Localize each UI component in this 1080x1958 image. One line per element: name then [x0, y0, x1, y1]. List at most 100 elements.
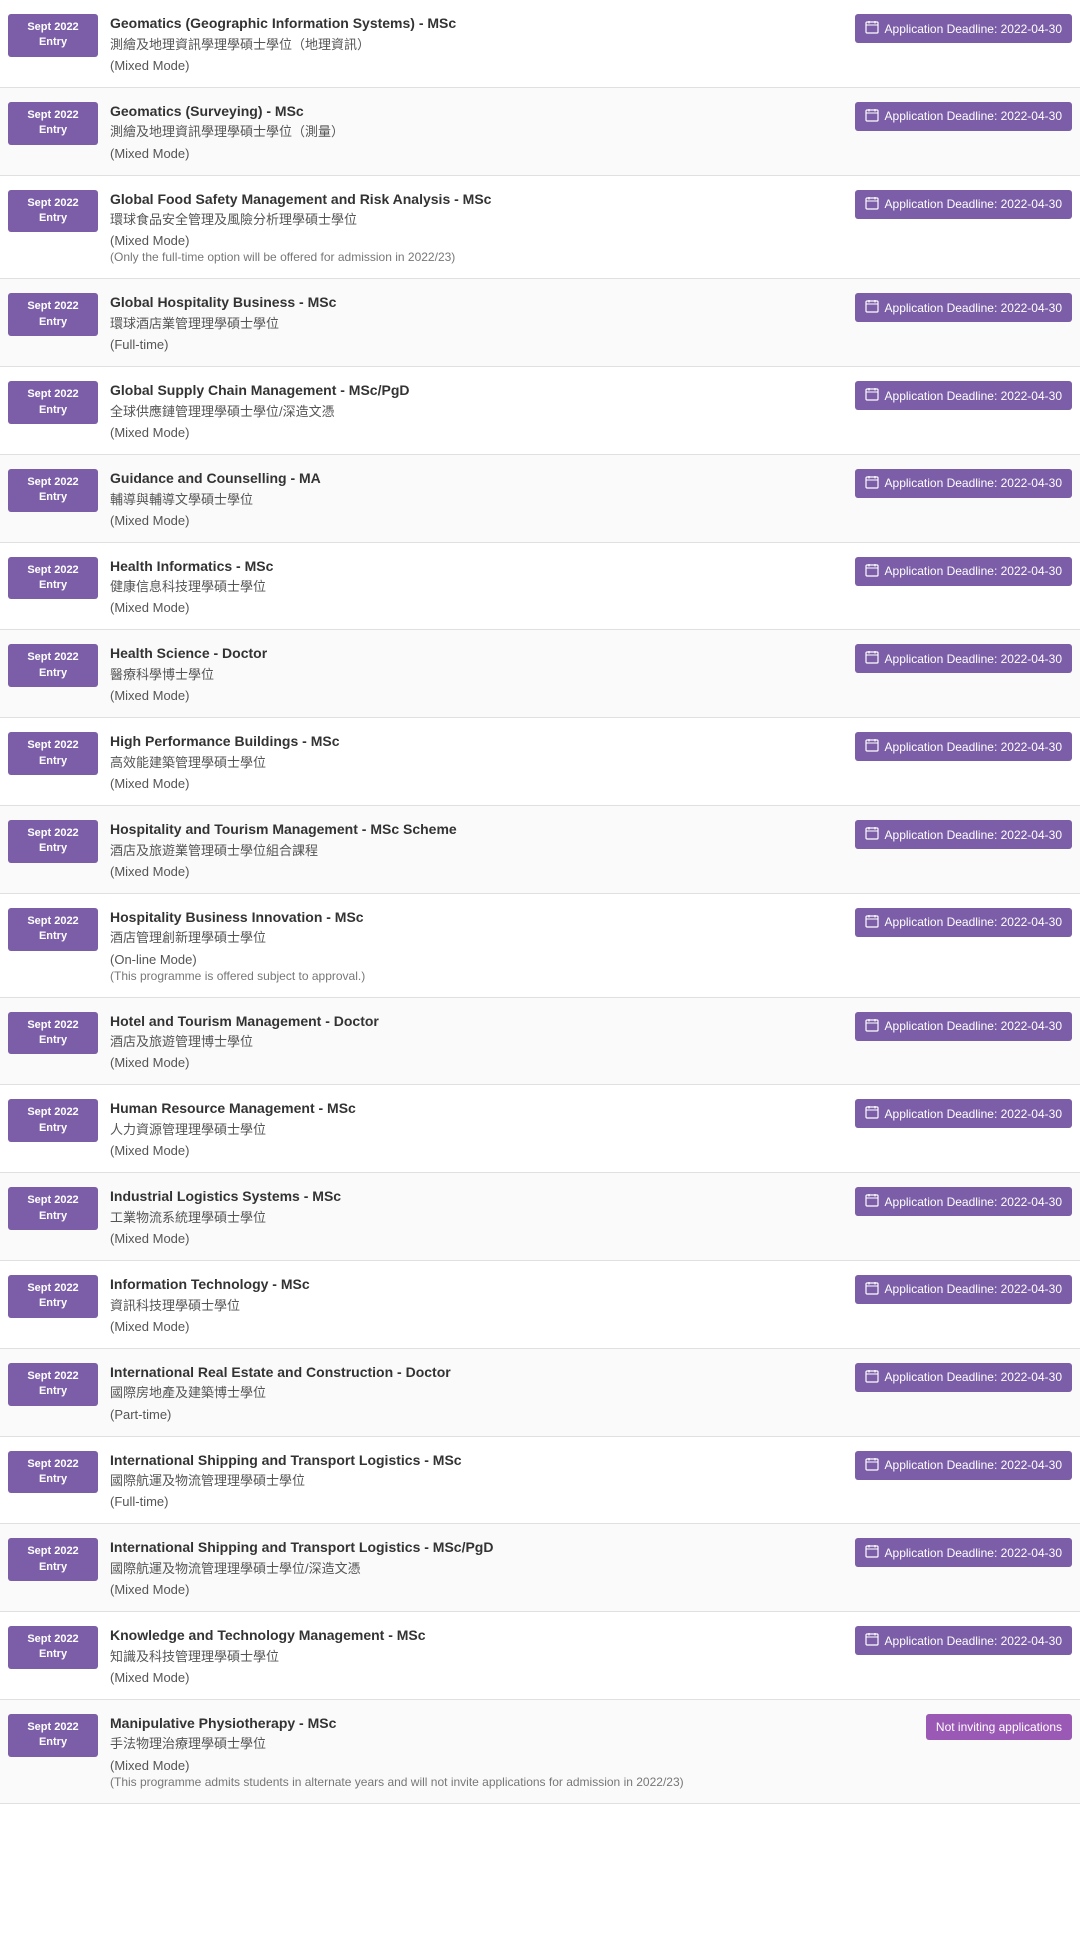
program-title-zh: 資訊科技理學碩士學位 [110, 1297, 860, 1315]
program-title-en: Hospitality and Tourism Management - MSc… [110, 820, 860, 840]
table-row[interactable]: Sept 2022 EntryIndustrial Logistics Syst… [0, 1173, 1080, 1261]
table-row[interactable]: Sept 2022 EntryHealth Informatics - MSc健… [0, 543, 1080, 631]
program-mode: (Mixed Mode) [110, 1670, 860, 1685]
calendar-icon [865, 387, 879, 404]
deadline-text: Application Deadline: 2022-04-30 [885, 652, 1062, 666]
deadline-text: Application Deadline: 2022-04-30 [885, 1282, 1062, 1296]
deadline-badge[interactable]: Application Deadline: 2022-04-30 [855, 1275, 1072, 1304]
deadline-badge[interactable]: Application Deadline: 2022-04-30 [855, 644, 1072, 673]
table-row[interactable]: Sept 2022 Entry Hospitality and Tourism M… [0, 806, 1080, 894]
calendar-icon [865, 20, 879, 37]
entry-badge: Sept 2022 Entry [8, 190, 98, 233]
deadline-col: Application Deadline: 2022-04-30 [872, 10, 1072, 77]
deadline-badge[interactable]: Application Deadline: 2022-04-30 [855, 1187, 1072, 1216]
deadline-badge[interactable]: Application Deadline: 2022-04-30 [855, 381, 1072, 410]
program-note: (This programme is offered subject to ap… [110, 969, 860, 983]
content-col: Geomatics (Geographic Information System… [98, 10, 872, 77]
program-title-en: Guidance and Counselling - MA [110, 469, 860, 489]
badge-col: Sept 2022 Entry [8, 1271, 98, 1338]
table-row[interactable]: Sept 2022 EntryGlobal Supply Chain Manag… [0, 367, 1080, 455]
deadline-text: Application Deadline: 2022-04-30 [885, 1370, 1062, 1384]
calendar-icon [865, 1281, 879, 1298]
program-title-en: Information Technology - MSc [110, 1275, 860, 1295]
badge-col: Sept 2022 Entry [8, 1447, 98, 1514]
entry-badge: Sept 2022 Entry [8, 908, 98, 951]
deadline-text: Application Deadline: 2022-04-30 [885, 828, 1062, 842]
deadline-badge[interactable]: Not inviting applications [926, 1714, 1072, 1740]
program-mode: (Mixed Mode) [110, 146, 860, 161]
entry-badge: Sept 2022 Entry [8, 1363, 98, 1406]
program-title-zh: 輔導與輔導文學碩士學位 [110, 491, 860, 509]
deadline-text: Application Deadline: 2022-04-30 [885, 1019, 1062, 1033]
program-mode: (Mixed Mode) [110, 425, 860, 440]
deadline-col: Application Deadline: 2022-04-30 [872, 1622, 1072, 1689]
calendar-icon [865, 563, 879, 580]
deadline-col: Application Deadline: 2022-04-30 [872, 1095, 1072, 1162]
calendar-icon [865, 738, 879, 755]
table-row[interactable]: Sept 2022 EntryGlobal Hospitality Busine… [0, 279, 1080, 367]
deadline-badge[interactable]: Application Deadline: 2022-04-30 [855, 1538, 1072, 1567]
deadline-badge[interactable]: Application Deadline: 2022-04-30 [855, 14, 1072, 43]
deadline-col: Not inviting applications [872, 1710, 1072, 1793]
table-row[interactable]: Sept 2022 EntryManipulative Physiotherap… [0, 1700, 1080, 1804]
deadline-badge[interactable]: Application Deadline: 2022-04-30 [855, 1099, 1072, 1128]
calendar-icon [865, 1544, 879, 1561]
program-title-en: International Shipping and Transport Log… [110, 1538, 860, 1558]
calendar-icon [865, 196, 879, 213]
badge-col: Sept 2022 Entry [8, 640, 98, 707]
deadline-badge[interactable]: Application Deadline: 2022-04-30 [855, 1626, 1072, 1655]
table-row[interactable]: Sept 2022 EntryHealth Science - Doctor醫療… [0, 630, 1080, 718]
content-col: Health Informatics - MSc健康信息科技理學碩士學位(Mix… [98, 553, 872, 620]
program-mode: (Full-time) [110, 337, 860, 352]
table-row[interactable]: Sept 2022 EntryInternational Shipping an… [0, 1524, 1080, 1612]
table-row[interactable]: Sept 2022 Entry Information Technology - … [0, 1261, 1080, 1349]
program-title-zh: 國際航運及物流管理理學碩士學位 [110, 1472, 860, 1490]
deadline-badge[interactable]: Application Deadline: 2022-04-30 [855, 1363, 1072, 1392]
deadline-col: Application Deadline: 2022-04-30 [872, 186, 1072, 269]
table-row[interactable]: Sept 2022 EntryHospitality Business Inno… [0, 894, 1080, 998]
badge-col: Sept 2022 Entry [8, 816, 98, 883]
program-title-zh: 高效能建築管理學碩士學位 [110, 754, 860, 772]
table-row[interactable]: Sept 2022 EntryHotel and Tourism Managem… [0, 998, 1080, 1086]
program-title-zh: 國際房地產及建築博士學位 [110, 1384, 860, 1402]
entry-badge: Sept 2022 Entry [8, 644, 98, 687]
table-row[interactable]: Sept 2022 EntryHuman Resource Management… [0, 1085, 1080, 1173]
table-row[interactable]: Sept 2022 Entry Geomatics (Surveying) - M… [0, 88, 1080, 176]
deadline-badge[interactable]: Application Deadline: 2022-04-30 [855, 557, 1072, 586]
table-row[interactable]: Sept 2022 Entry Global Food Safety Manage… [0, 176, 1080, 280]
table-row[interactable]: Sept 2022 EntryGuidance and Counselling … [0, 455, 1080, 543]
deadline-text: Application Deadline: 2022-04-30 [885, 301, 1062, 315]
deadline-text: Application Deadline: 2022-04-30 [885, 915, 1062, 929]
deadline-badge[interactable]: Application Deadline: 2022-04-30 [855, 732, 1072, 761]
deadline-badge[interactable]: Application Deadline: 2022-04-30 [855, 908, 1072, 937]
table-row[interactable]: Sept 2022 Entry International Shipping an… [0, 1437, 1080, 1525]
program-title-en: International Shipping and Transport Log… [110, 1451, 860, 1471]
program-mode: (Mixed Mode) [110, 1582, 860, 1597]
table-row[interactable]: Sept 2022 EntryInternational Real Estate… [0, 1349, 1080, 1437]
content-col: Industrial Logistics Systems - MSc工業物流系統… [98, 1183, 872, 1250]
table-row[interactable]: Sept 2022 EntryGeomatics (Geographic Inf… [0, 0, 1080, 88]
program-title-zh: 測繪及地理資訊學理學碩士學位（地理資訊） [110, 36, 860, 54]
content-col: Health Science - Doctor醫療科學博士學位(Mixed Mo… [98, 640, 872, 707]
program-title-en: Knowledge and Technology Management - MS… [110, 1626, 860, 1646]
table-row[interactable]: Sept 2022 EntryHigh Performance Building… [0, 718, 1080, 806]
content-col: Global Supply Chain Management - MSc/PgD… [98, 377, 872, 444]
entry-badge: Sept 2022 Entry [8, 820, 98, 863]
badge-col: Sept 2022 Entry [8, 377, 98, 444]
content-col: Knowledge and Technology Management - MS… [98, 1622, 872, 1689]
deadline-badge[interactable]: Application Deadline: 2022-04-30 [855, 1451, 1072, 1480]
deadline-badge[interactable]: Application Deadline: 2022-04-30 [855, 820, 1072, 849]
badge-col: Sept 2022 Entry [8, 98, 98, 165]
deadline-text: Application Deadline: 2022-04-30 [885, 564, 1062, 578]
deadline-badge[interactable]: Application Deadline: 2022-04-30 [855, 469, 1072, 498]
deadline-badge[interactable]: Application Deadline: 2022-04-30 [855, 1012, 1072, 1041]
deadline-badge[interactable]: Application Deadline: 2022-04-30 [855, 102, 1072, 131]
program-title-zh: 測繪及地理資訊學理學碩士學位（測量） [110, 123, 860, 141]
content-col: International Shipping and Transport Log… [98, 1534, 872, 1601]
program-title-en: Geomatics (Surveying) - MSc [110, 102, 860, 122]
program-title-en: Global Food Safety Management and Risk A… [110, 190, 860, 210]
table-row[interactable]: Sept 2022 EntryKnowledge and Technology … [0, 1612, 1080, 1700]
program-title-en: Manipulative Physiotherapy - MSc [110, 1714, 860, 1734]
deadline-badge[interactable]: Application Deadline: 2022-04-30 [855, 293, 1072, 322]
deadline-badge[interactable]: Application Deadline: 2022-04-30 [855, 190, 1072, 219]
